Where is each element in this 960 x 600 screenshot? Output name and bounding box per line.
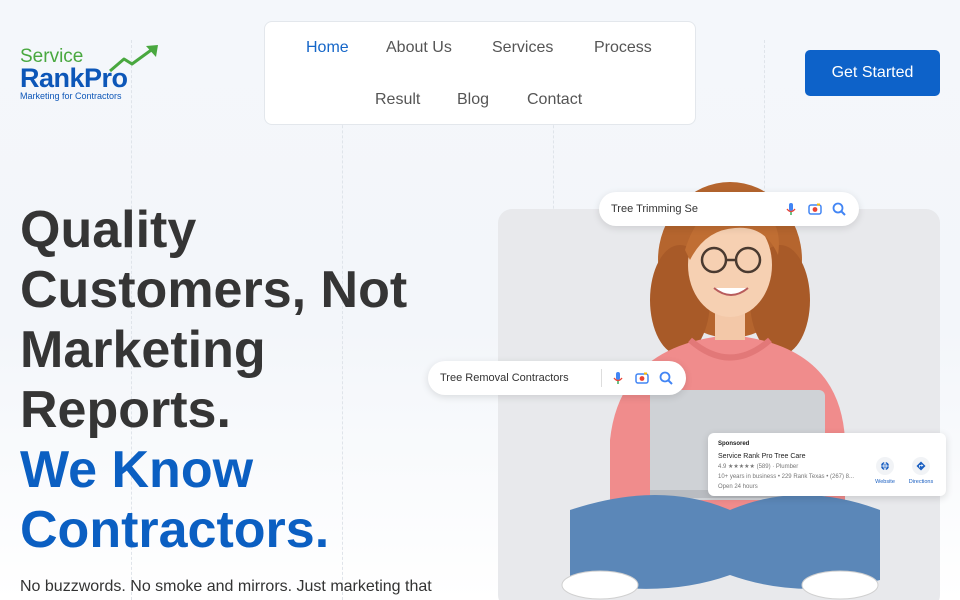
camera-icon <box>807 201 823 217</box>
logo-tagline: Marketing for Contractors <box>20 91 122 101</box>
nav-services[interactable]: Services <box>492 39 553 57</box>
nav-blog[interactable]: Blog <box>457 91 489 109</box>
camera-icon <box>634 370 650 386</box>
ad-website-label: Website <box>875 479 895 485</box>
nav-about-us[interactable]: About Us <box>386 39 452 57</box>
ad-directions-action: Directions <box>904 457 938 485</box>
logo[interactable]: Service RankPro Marketing for Contractor… <box>20 44 170 104</box>
ad-hours: Open 24 hours <box>718 484 758 490</box>
hero-accent-line: Contractors. <box>20 501 330 559</box>
logo-main-text: RankPro <box>20 63 128 93</box>
nav-home[interactable]: Home <box>306 39 349 57</box>
hero-subtext: No buzzwords. No smoke and mirrors. Just… <box>20 578 432 595</box>
get-started-button[interactable]: Get Started <box>805 50 940 96</box>
hero-line: Reports. <box>20 381 231 439</box>
hero-line: Marketing <box>20 321 266 379</box>
ad-directions-label: Directions <box>908 479 934 485</box>
search-bar-top: Tree Trimming Se <box>599 192 859 226</box>
nav-contact[interactable]: Contact <box>527 91 582 109</box>
hero-accent-line: We Know <box>20 441 254 499</box>
search-query-text: Tree Trimming Se <box>611 203 699 215</box>
microphone-icon <box>783 201 799 217</box>
divider <box>601 369 602 387</box>
search-icon <box>831 201 847 217</box>
hero-line: Customers, Not <box>20 261 408 319</box>
main-nav: Home About Us Services Process Result Bl… <box>264 21 696 125</box>
hero-line: Quality <box>20 201 197 259</box>
search-query-text: Tree Removal Contractors <box>440 372 569 384</box>
search-icon <box>658 370 674 386</box>
ad-business-name: Service Rank Pro Tree Care <box>718 453 806 460</box>
ad-website-action: Website <box>868 457 902 485</box>
ad-rating: 4.9 ★★★★★ (589) · Plumber <box>718 464 799 470</box>
ad-details: 10+ years in business • 229 Rank Texas •… <box>718 474 854 480</box>
nav-process[interactable]: Process <box>594 39 652 57</box>
globe-icon <box>876 457 894 475</box>
nav-result[interactable]: Result <box>375 91 420 109</box>
directions-icon <box>912 457 930 475</box>
search-bar-middle: Tree Removal Contractors <box>428 361 686 395</box>
hero-heading: Quality Customers, Not Marketing Reports… <box>20 200 470 560</box>
sponsored-ad-card: Sponsored Service Rank Pro Tree Care 4.9… <box>708 433 946 496</box>
sponsored-label: Sponsored <box>718 441 750 447</box>
microphone-icon <box>610 370 626 386</box>
